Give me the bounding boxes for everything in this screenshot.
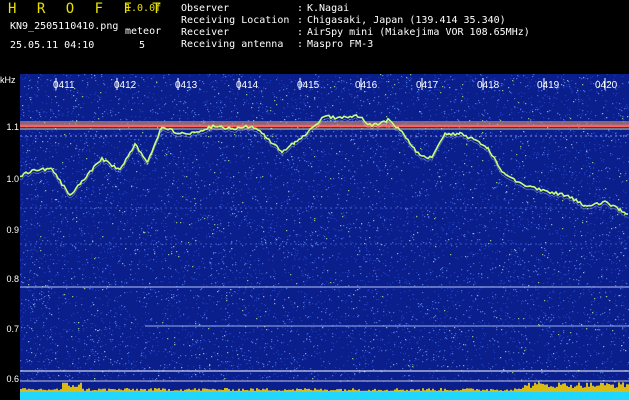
- observer-value: K.Nagai: [307, 3, 350, 14]
- antenna-label: Receiving antenna: [181, 39, 284, 50]
- observer-label: Observer: [181, 3, 230, 14]
- time-tick-label: 0413: [175, 80, 198, 91]
- freq-tick: 0.9: [6, 225, 19, 235]
- location-value: Chigasaki, Japan (139.414 35.340): [307, 15, 506, 26]
- time-tick-label: 0417: [416, 80, 439, 91]
- time-tick-label: 0419: [537, 80, 560, 91]
- time-tick-label: 0412: [114, 80, 137, 91]
- time-tick-label: 0414: [236, 80, 259, 91]
- meteor-count: 5: [139, 40, 146, 51]
- receiver-colon: :: [297, 27, 304, 38]
- freq-tick: 0.7: [6, 324, 19, 334]
- antenna-colon: :: [297, 39, 304, 50]
- time-tick-label: 0420: [595, 80, 618, 91]
- location-label: Receiving Location: [181, 15, 290, 26]
- datetime: 25.05.11 04:10: [10, 40, 95, 51]
- spectrogram-plot: [20, 74, 629, 400]
- freq-tick: 0.6: [6, 374, 19, 384]
- observer-colon: :: [297, 3, 304, 14]
- receiver-label: Receiver: [181, 27, 230, 38]
- time-tick-label: 0415: [297, 80, 320, 91]
- time-tick-label: 0411: [53, 80, 75, 91]
- filename: KN9_2505110410.png: [10, 21, 119, 32]
- time-tick-label: 0418: [477, 80, 500, 91]
- freq-tick: 1.0: [6, 174, 19, 184]
- time-tick-label: 0416: [355, 80, 378, 91]
- header-panel: H R O F F T 1.0.0f KN9_2505110410.png me…: [0, 0, 629, 74]
- meteor-label: meteor: [125, 26, 162, 37]
- antenna-value: Maspro FM-3: [307, 39, 374, 50]
- freq-tick: 0.8: [6, 274, 19, 284]
- app-version: 1.0.0f: [125, 3, 162, 14]
- receiver-value: AirSpy mini (Miakejima VOR 108.65MHz): [307, 27, 530, 38]
- freq-tick: 1.1: [6, 122, 19, 132]
- bottom-band-fill: [20, 392, 629, 400]
- location-colon: :: [297, 15, 304, 26]
- freq-unit: kHz: [0, 75, 16, 85]
